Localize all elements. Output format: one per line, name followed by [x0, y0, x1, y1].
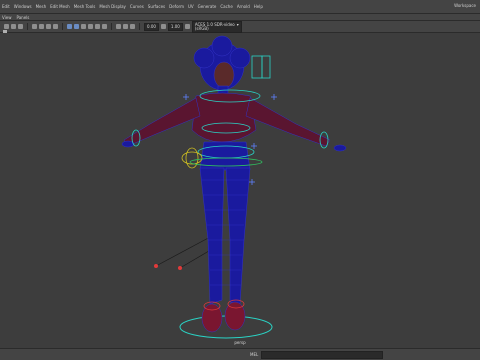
menu-help[interactable]: Help	[254, 4, 263, 9]
menu-generate[interactable]: Generate	[198, 4, 217, 9]
character-mesh	[121, 35, 347, 333]
viewport-toolbar: 0.00 1.00 ACES 1.0 SDR-video (sRGB) ▾	[0, 20, 480, 33]
toolbar-divider	[111, 23, 112, 30]
menu-edit-mesh[interactable]: Edit Mesh	[50, 4, 70, 9]
knee-pole-icon	[178, 266, 182, 270]
bookmark-icon[interactable]	[11, 24, 16, 29]
camera-icon[interactable]	[4, 24, 9, 29]
menu-uv[interactable]: UV	[188, 4, 194, 9]
wireframe-icon[interactable]	[67, 24, 72, 29]
film-gate-icon[interactable]	[39, 24, 44, 29]
menu-mesh-tools[interactable]: Mesh Tools	[74, 4, 96, 9]
gamma-icon[interactable]	[160, 24, 166, 29]
camera-name-label: persp	[234, 340, 246, 345]
isolate-select-icon[interactable]	[116, 24, 121, 29]
face-control-icon	[261, 55, 271, 79]
face-control-icon	[251, 55, 263, 79]
face-mesh	[213, 61, 235, 89]
mel-label[interactable]: MEL	[250, 352, 258, 357]
toolbar-divider	[27, 23, 28, 30]
textured-icon[interactable]	[81, 24, 86, 29]
main-menubar: Edit Windows Mesh Edit Mesh Mesh Tools M…	[0, 0, 480, 14]
lights-icon[interactable]	[88, 24, 93, 29]
menu-cache[interactable]: Cache	[220, 4, 232, 9]
knee-pole-icon	[154, 264, 158, 268]
mel-command-input[interactable]	[261, 350, 384, 359]
panel-menu-panels[interactable]: Panels	[17, 15, 30, 20]
view-transform-value: ACES 1.0 SDR-video (sRGB)	[194, 21, 235, 31]
menu-surfaces[interactable]: Surfaces	[148, 4, 165, 9]
toolbar-divider	[139, 23, 140, 30]
view-transform-select[interactable]: ACES 1.0 SDR-video (sRGB) ▾	[191, 20, 242, 33]
scene-canvas[interactable]	[0, 33, 480, 348]
menu-arnold[interactable]: Arnold	[237, 4, 250, 9]
ambient-occlusion-icon[interactable]	[102, 24, 107, 29]
menu-windows[interactable]: Windows	[14, 4, 32, 9]
right-leg-mesh	[225, 167, 251, 305]
left-leg-mesh	[199, 167, 225, 305]
smooth-shade-icon[interactable]	[74, 24, 79, 29]
menu-curves[interactable]: Curves	[130, 4, 144, 9]
pole-vector-line	[155, 235, 213, 267]
exposure-field[interactable]: 0.00	[144, 22, 159, 31]
gamma-field[interactable]: 1.00	[167, 22, 183, 31]
chevron-down-icon: ▾	[236, 21, 239, 27]
panel-menu-view[interactable]: View	[2, 15, 12, 20]
toolbar-divider	[62, 23, 63, 30]
menu-mesh[interactable]: Mesh	[36, 4, 47, 9]
menu-deform[interactable]: Deform	[169, 4, 184, 9]
image-plane-icon[interactable]	[18, 24, 23, 29]
right-hand-mesh	[333, 144, 347, 152]
color-management-icon[interactable]	[184, 24, 190, 29]
xray-icon[interactable]	[123, 24, 128, 29]
left-arm-mesh	[123, 97, 201, 147]
perspective-viewport[interactable]	[0, 33, 480, 348]
workspace-selector[interactable]: Workspace	[454, 3, 476, 8]
resolution-gate-icon[interactable]	[46, 24, 51, 29]
grid-icon[interactable]	[32, 24, 37, 29]
command-line-bar: MEL	[0, 348, 480, 360]
safe-action-icon[interactable]	[53, 24, 58, 29]
right-arm-mesh	[245, 97, 331, 147]
torso-mesh	[191, 92, 257, 143]
menu-edit[interactable]: Edit	[2, 4, 10, 9]
menu-mesh-display[interactable]: Mesh Display	[99, 4, 126, 9]
shadows-icon[interactable]	[95, 24, 100, 29]
xray-joints-icon[interactable]	[130, 24, 135, 29]
